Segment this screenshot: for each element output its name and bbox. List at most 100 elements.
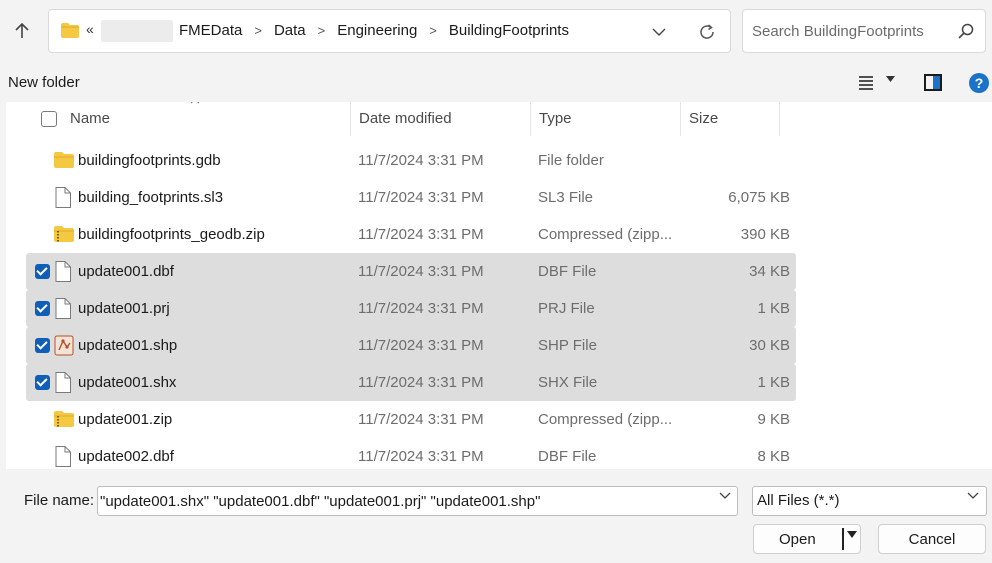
chevron-down-icon[interactable] (967, 492, 979, 500)
row-checkbox[interactable] (35, 264, 50, 279)
file-type: SL3 File (538, 189, 594, 206)
file-row[interactable]: update002.dbf 11/7/2024 3:31 PM DBF File 8 … (26, 438, 796, 469)
column-header-name[interactable]: Name (62, 102, 350, 136)
file-name: buildingfootprints_geodb.zip (78, 226, 265, 243)
file-row[interactable]: update001.shx 11/7/2024 3:31 PM SHX File 1 … (26, 364, 796, 401)
file-type: Compressed (zipp... (538, 226, 673, 243)
file-row[interactable]: buildingfootprints_geodb.zip 11/7/2024 3:… (26, 216, 796, 253)
file-type: SHX File (538, 374, 598, 391)
refresh-icon[interactable] (695, 20, 719, 44)
address-bar[interactable]: « FMEData > Data > Engineering > Buildin… (48, 9, 731, 53)
file-name: update001.shx (78, 374, 177, 391)
file-name: update001.prj (78, 300, 170, 317)
breadcrumb: FMEData > Data > Engineering > BuildingF… (179, 21, 569, 40)
breadcrumb-item[interactable]: BuildingFootprints (449, 21, 569, 40)
file-name: update002.dbf (78, 448, 174, 465)
file-name: buildingfootprints.gdb (78, 152, 221, 169)
file-type: DBF File (538, 448, 597, 465)
file-name: building_footprints.sl3 (78, 189, 224, 206)
file-row[interactable]: buildingfootprints.gdb 11/7/2024 3:31 PM F… (26, 142, 796, 179)
cancel-button[interactable]: Cancel (878, 524, 986, 554)
folder-icon (61, 23, 79, 38)
row-checkbox[interactable] (35, 338, 50, 353)
file-type-value: All Files (*.*) (757, 492, 840, 509)
column-header-date[interactable]: Date modified (350, 102, 530, 136)
redacted-path-segment (101, 20, 173, 42)
file-row[interactable]: building_footprints.sl3 11/7/2024 3:31 PM… (26, 179, 796, 216)
file-icon (54, 298, 74, 319)
file-date-modified: 11/7/2024 3:31 PM (358, 300, 484, 317)
zip-folder-icon (54, 409, 74, 430)
file-size: 30 KB (749, 337, 790, 354)
file-rows: buildingfootprints.gdb 11/7/2024 3:31 PM F… (6, 142, 796, 469)
column-header-row: Name Date modified Type Size (6, 102, 786, 136)
file-icon (54, 261, 74, 282)
file-icon (54, 187, 74, 208)
file-size: 9 KB (757, 411, 790, 428)
file-date-modified: 11/7/2024 3:31 PM (358, 263, 484, 280)
column-header-type[interactable]: Type (530, 102, 680, 136)
file-size: 34 KB (749, 263, 790, 280)
column-header-size[interactable]: Size (680, 102, 780, 136)
navigation-bar: « FMEData > Data > Engineering > Buildin… (0, 0, 992, 64)
chevron-down-icon[interactable] (719, 492, 731, 500)
file-name-input[interactable] (100, 491, 700, 511)
file-date-modified: 11/7/2024 3:31 PM (358, 411, 484, 428)
chevron-down-icon[interactable] (647, 21, 671, 43)
command-bar: New folder ? (0, 64, 992, 102)
file-icon (54, 446, 74, 467)
file-date-modified: 11/7/2024 3:31 PM (358, 337, 484, 354)
shp-file-icon (54, 335, 74, 356)
breadcrumb-item[interactable]: Engineering (337, 21, 417, 40)
file-date-modified: 11/7/2024 3:31 PM (358, 374, 484, 391)
file-size: 6,075 KB (728, 189, 790, 206)
file-list: Name Date modified Type Size buildingfoo… (6, 102, 992, 469)
breadcrumb-separator-icon: > (429, 23, 437, 38)
file-name: update001.shp (78, 337, 178, 354)
file-size: 390 KB (740, 226, 790, 243)
help-icon[interactable]: ? (969, 73, 989, 93)
zip-folder-icon (54, 224, 74, 245)
breadcrumb-item[interactable]: FMEData (179, 21, 242, 40)
file-icon (54, 372, 74, 393)
file-name-combobox[interactable] (97, 486, 738, 516)
new-folder-button[interactable]: New folder (8, 74, 80, 91)
file-type: File folder (538, 152, 604, 169)
open-button[interactable]: Open (753, 524, 861, 554)
file-row[interactable]: update001.dbf 11/7/2024 3:31 PM DBF File 34… (26, 253, 796, 290)
file-size: 1 KB (757, 300, 790, 317)
search-icon[interactable] (957, 22, 975, 40)
row-checkbox[interactable] (35, 301, 50, 316)
select-all-checkbox[interactable] (41, 111, 57, 127)
view-options-icon[interactable] (857, 75, 875, 91)
overflow-chevron-icon[interactable]: « (86, 21, 94, 37)
split-divider (842, 528, 844, 550)
file-size: 8 KB (757, 448, 790, 465)
file-type-filter[interactable]: All Files (*.*) (752, 486, 987, 516)
search-box[interactable] (742, 9, 986, 53)
file-row[interactable]: update001.prj 11/7/2024 3:31 PM PRJ File 1 … (26, 290, 796, 327)
file-name: update001.zip (78, 411, 173, 428)
file-date-modified: 11/7/2024 3:31 PM (358, 226, 484, 243)
breadcrumb-item[interactable]: Data (274, 21, 306, 40)
open-dropdown-icon[interactable] (847, 531, 857, 538)
view-dropdown-icon[interactable] (886, 76, 895, 82)
folder-icon (54, 150, 74, 171)
preview-pane-icon[interactable] (924, 74, 942, 91)
search-input[interactable] (752, 20, 952, 42)
file-row[interactable]: update001.zip 11/7/2024 3:31 PM Compressed… (26, 401, 796, 438)
file-type: PRJ File (538, 300, 595, 317)
file-size: 1 KB (757, 374, 790, 391)
file-type: SHP File (538, 337, 597, 354)
row-checkbox[interactable] (35, 375, 50, 390)
file-type: Compressed (zipp... (538, 411, 673, 428)
file-date-modified: 11/7/2024 3:31 PM (358, 189, 484, 206)
breadcrumb-separator-icon: > (317, 23, 326, 38)
file-row[interactable]: update001.shp 11/7/2024 3:31 PM SHP File 30… (26, 327, 796, 364)
file-name: update001.dbf (78, 263, 174, 280)
file-type: DBF File (538, 263, 597, 280)
up-arrow-icon[interactable] (8, 17, 36, 45)
open-button-label: Open (779, 531, 816, 548)
file-date-modified: 11/7/2024 3:31 PM (358, 448, 484, 465)
file-name-label: File name: (24, 492, 95, 509)
